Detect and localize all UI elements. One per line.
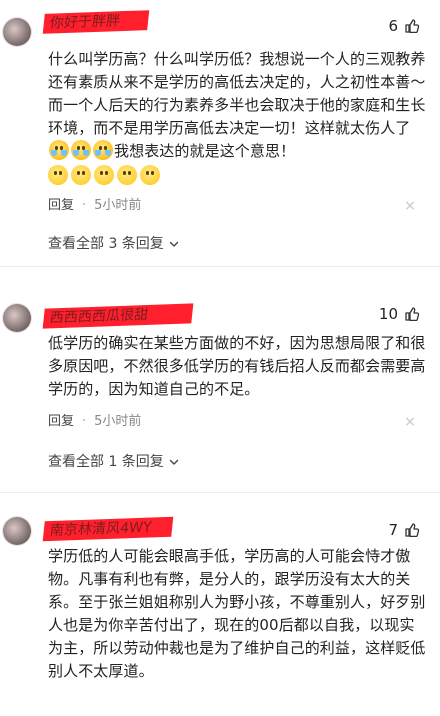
close-icon[interactable]: × bbox=[404, 197, 416, 215]
avatar[interactable] bbox=[3, 517, 31, 545]
username[interactable]: 西西西西瓜很甜 bbox=[42, 303, 194, 329]
separator-dot: · bbox=[82, 414, 87, 429]
comment-meta: 回复 · 5小时前 bbox=[48, 197, 141, 215]
divider bbox=[0, 266, 440, 267]
username[interactable]: 南京林清风4WY bbox=[42, 516, 174, 542]
view-replies-label: 查看全部 3 条回复 bbox=[48, 236, 164, 252]
comment-1: 你好于胖胖 6 什么叫学历高？什么叫学历低？我想说一个人的三观教养还有素质从来不… bbox=[0, 0, 440, 265]
avatar[interactable] bbox=[3, 18, 31, 46]
comment-text-part: 什么叫学历高？什么叫学历低？我想说一个人的三观教养还有素质从来不是学历的高低去决… bbox=[48, 50, 426, 137]
separator-dot: · bbox=[82, 198, 87, 213]
sad-smile-emoji-icon bbox=[140, 165, 160, 185]
emoji-row bbox=[48, 165, 426, 185]
like-button[interactable]: 7 bbox=[388, 519, 420, 541]
thumbs-up-icon bbox=[405, 523, 420, 538]
chevron-down-icon bbox=[169, 459, 179, 465]
view-replies-label: 查看全部 1 条回复 bbox=[48, 454, 164, 470]
sad-smile-emoji-icon bbox=[117, 165, 137, 185]
thumbs-up-icon bbox=[405, 307, 420, 322]
timestamp: 5小时前 bbox=[94, 198, 142, 213]
crying-laughing-emoji-icon bbox=[71, 140, 91, 160]
comment-text-part: 我想表达的就是这个意思！ bbox=[114, 142, 296, 160]
close-icon[interactable]: × bbox=[404, 413, 416, 431]
like-count: 6 bbox=[388, 17, 398, 35]
crying-laughing-emoji-icon bbox=[49, 140, 69, 160]
comment-text-part: 学历低的人可能会眼高手低，学历高的人可能会恃才傲物。凡事有利也有弊，是分人的，跟… bbox=[48, 547, 426, 680]
chevron-down-icon bbox=[169, 241, 179, 247]
comment-text: 低学历的确实在某些方面做的不好，因为思想局限了和很多原因吧，不然很多低学历的有钱… bbox=[48, 332, 426, 401]
username[interactable]: 你好于胖胖 bbox=[42, 10, 150, 34]
like-button[interactable]: 10 bbox=[379, 303, 420, 325]
reply-button[interactable]: 回复 bbox=[48, 413, 74, 431]
crying-laughing-emoji-icon bbox=[93, 140, 113, 160]
comment-2: 西西西西瓜很甜 10 低学历的确实在某些方面做的不好，因为思想局限了和很多原因吧… bbox=[0, 290, 440, 480]
comment-text: 学历低的人可能会眼高手低，学历高的人可能会恃才傲物。凡事有利也有弊，是分人的，跟… bbox=[48, 545, 426, 683]
like-count: 10 bbox=[378, 305, 398, 323]
like-button[interactable]: 6 bbox=[388, 15, 420, 37]
view-replies-link[interactable]: 查看全部 1 条回复 bbox=[48, 452, 180, 472]
sad-smile-emoji-icon bbox=[48, 165, 68, 185]
comment-3: 南京林清风4WY 7 学历低的人可能会眼高手低，学历高的人可能会恃才傲物。凡事有… bbox=[0, 505, 440, 716]
comment-text: 什么叫学历高？什么叫学历低？我想说一个人的三观教养还有素质从来不是学历的高低去决… bbox=[48, 48, 426, 185]
sad-smile-emoji-icon bbox=[94, 165, 114, 185]
reply-button[interactable]: 回复 bbox=[48, 197, 74, 215]
timestamp: 5小时前 bbox=[94, 414, 142, 429]
comment-meta: 回复 · 5小时前 bbox=[48, 413, 141, 431]
view-replies-link[interactable]: 查看全部 3 条回复 bbox=[48, 234, 180, 254]
like-count: 7 bbox=[388, 521, 398, 539]
divider bbox=[0, 492, 440, 493]
avatar[interactable] bbox=[3, 304, 31, 332]
thumbs-up-icon bbox=[405, 19, 420, 34]
sad-smile-emoji-icon bbox=[71, 165, 91, 185]
comment-text-part: 低学历的确实在某些方面做的不好，因为思想局限了和很多原因吧，不然很多低学历的有钱… bbox=[48, 334, 426, 398]
